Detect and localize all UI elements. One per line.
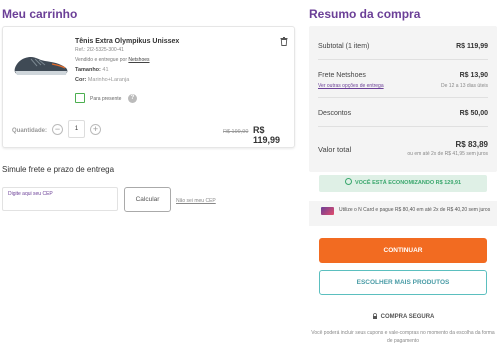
summary-title: Resumo da compra	[309, 7, 421, 21]
product-ref: Ref.: 2I2-5325-300-41	[75, 47, 124, 53]
help-icon[interactable]: ?	[128, 94, 137, 103]
shipping-title: Simule frete e prazo de entrega	[2, 165, 115, 174]
current-price: R$ 119,99	[253, 125, 281, 145]
savings-banner: VOCÊ ESTÁ ECONOMIZANDO R$ 129,91	[319, 175, 487, 192]
divider	[318, 126, 488, 127]
gift-label: Para presente	[90, 96, 122, 102]
seller-prefix: Vendido e entregue por	[75, 57, 127, 63]
seller-link[interactable]: Netshoes	[128, 57, 149, 63]
secure-purchase: COMPRA SEGURA	[309, 313, 497, 320]
secure-label: COMPRA SEGURA	[380, 314, 435, 320]
quantity-input[interactable]: 1	[68, 120, 85, 138]
gift-checkbox[interactable]	[75, 93, 85, 103]
subtotal-value: R$ 119,99	[456, 43, 488, 50]
ncard-offer: Utilize o N Card e pague R$ 80,40 em até…	[309, 201, 497, 226]
freight-options-link[interactable]: Ver outras opções de entrega	[318, 83, 384, 89]
discount-row: Descontos R$ 50,00	[318, 110, 488, 117]
ncard-logo	[321, 207, 334, 215]
total-value: R$ 83,89	[455, 140, 488, 149]
discount-value: R$ 50,00	[459, 110, 488, 117]
lock-icon	[372, 313, 377, 319]
product-seller: Vendido e entregue por Netshoes	[75, 57, 150, 63]
forgot-cep-link[interactable]: Não sei meu CEP	[176, 198, 216, 204]
ncard-text: Utilize o N Card e pague R$ 80,40 em até…	[339, 207, 491, 213]
cart-title: Meu carrinho	[2, 7, 78, 21]
freight-label: Frete Netshoes	[318, 72, 366, 79]
subtotal-label: Subtotal (1 item)	[318, 43, 370, 50]
freight-eta: De 12 a 13 dias úteis	[441, 83, 488, 89]
total-label: Valor total	[318, 145, 352, 154]
calculate-button[interactable]: Calcular	[124, 187, 171, 212]
discount-label: Descontos	[318, 110, 352, 117]
quantity-increase-button[interactable]: +	[90, 124, 101, 135]
cep-label: Digite aqui seu CEP	[8, 191, 53, 197]
trash-icon[interactable]	[280, 37, 288, 46]
continue-button[interactable]: CONTINUAR	[319, 238, 487, 263]
product-color: Cor: Marinho+Laranja	[75, 77, 129, 83]
choose-more-products-button[interactable]: ESCOLHER MAIS PRODUTOS	[319, 270, 487, 295]
divider	[318, 97, 488, 98]
subtotal-row: Subtotal (1 item) R$ 119,99	[318, 43, 488, 50]
product-name[interactable]: Tênis Extra Olympikus Unissex	[75, 38, 179, 45]
quantity-label: Quantidade:	[12, 128, 48, 134]
quantity-decrease-button[interactable]: −	[52, 124, 63, 135]
product-size: Tamanho: 41	[75, 67, 109, 73]
freight-value: R$ 13,90	[459, 72, 488, 79]
freight-row: Frete Netshoes R$ 13,90	[318, 72, 488, 79]
color-value: Marinho+Laranja	[87, 77, 130, 83]
size-label: Tamanho:	[75, 67, 101, 73]
color-label: Cor:	[75, 77, 87, 83]
check-circle-icon	[344, 178, 352, 185]
order-summary-card: Subtotal (1 item) R$ 119,99 Frete Netsho…	[309, 26, 497, 172]
product-image[interactable]	[12, 49, 70, 79]
savings-text: VOCÊ ESTÁ ECONOMIZANDO R$ 129,91	[354, 180, 462, 186]
installments: ou em até 2x de R$ 41,95 sem juros	[407, 151, 488, 157]
cep-input[interactable]: Digite aqui seu CEP	[2, 187, 118, 211]
old-price: R$ 199,90	[223, 129, 249, 135]
secure-note: Você poderá incluir seus cupons e vale-c…	[311, 330, 495, 344]
size-value: 41	[102, 67, 109, 73]
freight-sub-row: Ver outras opções de entrega De 12 a 13 …	[318, 83, 488, 89]
divider	[318, 59, 488, 60]
cart-item-card: Tênis Extra Olympikus Unissex Ref.: 2I2-…	[2, 26, 295, 148]
